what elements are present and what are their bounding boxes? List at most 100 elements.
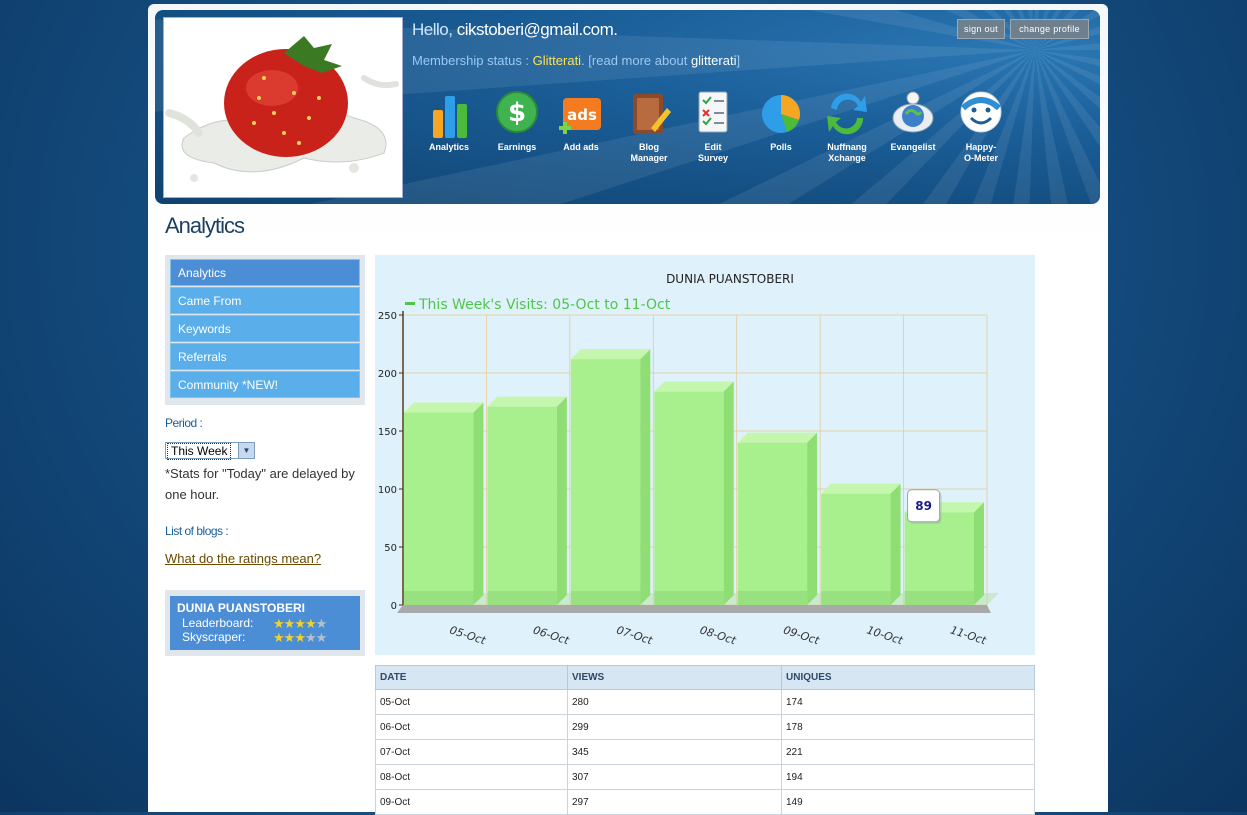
bar-shadow: [737, 591, 808, 605]
bar-shadow: [654, 591, 724, 605]
greeting-label: Hello,: [412, 20, 453, 39]
bar-shadow: [404, 591, 474, 605]
table-row: 06-Oct 299 178: [375, 714, 1035, 740]
toolbar-nuffnang-xchange[interactable]: Nuffnang Xchange: [815, 88, 879, 164]
cell-uniques: 221: [781, 739, 1035, 765]
greeting: Hello, cikstoberi@gmail.com.: [412, 20, 618, 40]
bar-shadow: [904, 591, 974, 605]
add-ads-icon: ads: [559, 98, 601, 134]
column-header-date[interactable]: DATE: [375, 665, 568, 690]
visits-chart-svg: DUNIA PUANSTOBERI This Week's Visits: 05…: [378, 272, 999, 647]
svg-text:$: $: [508, 98, 526, 128]
toolbar-happy-o-meter[interactable]: Happy- O-Meter: [949, 88, 1013, 164]
cell-date: 09-Oct: [375, 789, 568, 815]
bar: [737, 442, 808, 605]
star-empty-icon: ★: [304, 630, 317, 645]
bar-top: [821, 483, 901, 494]
y-tick-label: 150: [378, 427, 397, 438]
bar-side: [807, 432, 818, 605]
toolbar-label: O-Meter: [963, 153, 998, 163]
toolbar-earnings[interactable]: $ Earnings: [485, 88, 549, 153]
toolbar-polls[interactable]: Polls: [749, 88, 813, 153]
chart-tooltip: 89: [907, 489, 942, 524]
chart-legend: This Week's Visits: 05-Oct to 11-Oct: [418, 297, 671, 313]
toolbar-edit-survey[interactable]: Edit Survey: [681, 88, 745, 164]
x-tick-label: 06-Oct: [531, 623, 571, 647]
column-header-views[interactable]: VIEWS: [567, 665, 782, 690]
toolbar-label: Survey: [697, 153, 729, 163]
bar-side: [723, 381, 734, 605]
sidebar-item-community[interactable]: Community *NEW!: [170, 371, 360, 398]
visits-chart: DUNIA PUANSTOBERI This Week's Visits: 05…: [375, 255, 1035, 655]
membership-status: Glitterati: [532, 53, 582, 68]
star-filled-icon: ★: [294, 616, 306, 631]
svg-text:ads: ads: [567, 106, 597, 124]
period-select-value: This Week: [167, 443, 232, 460]
skyscraper-stars: ★★★★★: [273, 630, 327, 645]
toolbar-label: Nuffnang: [827, 142, 867, 152]
membership-label: Membership status :: [412, 53, 530, 68]
blog-rating-inner[interactable]: DUNIA PUANSTOBERI Leaderboard: ★★★★★ Sky…: [170, 596, 360, 650]
toolbar-blog-manager[interactable]: Blog Manager: [617, 88, 681, 164]
cell-date: 07-Oct: [375, 739, 568, 765]
leaderboard-label: Leaderboard:: [182, 616, 254, 630]
period-select[interactable]: This Week ▼: [165, 442, 255, 460]
cell-date: 06-Oct: [375, 714, 568, 740]
y-tick-label: 0: [391, 601, 397, 612]
bar: [404, 412, 474, 605]
toolbar-label: Blog: [639, 142, 659, 152]
table-row: 09-Oct 297 149: [375, 789, 1035, 815]
analytics-icon: [433, 96, 467, 138]
period-label: Period :: [165, 416, 203, 430]
cell-views: 345: [567, 739, 782, 765]
polls-icon: [762, 95, 800, 133]
bar-shadow: [487, 591, 557, 605]
sidebar-item-analytics[interactable]: Analytics: [170, 259, 360, 286]
toolbar-evangelist[interactable]: Evangelist: [881, 88, 945, 153]
x-tick-label: 11-Oct: [949, 623, 989, 647]
cell-views: 297: [567, 789, 782, 815]
read-more-prefix: . [read more about: [581, 53, 688, 68]
bar-shadow: [821, 591, 891, 605]
x-tick-label: 10-Oct: [865, 623, 905, 647]
star-empty-icon: ★: [315, 616, 328, 631]
page-title: Analytics: [165, 213, 245, 238]
user-email: cikstoberi@gmail.com.: [456, 20, 618, 39]
star-filled-icon: ★: [294, 630, 306, 645]
cell-uniques: 178: [781, 714, 1035, 740]
sidebar-item-referrals[interactable]: Referrals: [170, 343, 360, 370]
chart-title: DUNIA PUANSTOBERI: [666, 272, 794, 286]
table-header-row: DATE VIEWS UNIQUES: [375, 665, 1035, 690]
sidebar-item-keywords[interactable]: Keywords: [170, 315, 360, 342]
star-filled-icon: ★: [283, 630, 296, 645]
membership-line: Membership status : Glitterati. [read mo…: [412, 53, 740, 68]
bar-side: [974, 502, 984, 605]
toolbar: Analytics $ Earnings ads Add ads Blog Ma…: [417, 88, 1057, 168]
chevron-down-icon: ▼: [238, 443, 254, 458]
nuffnang-xchange-icon: [827, 93, 867, 135]
toolbar-label: Evangelist: [890, 142, 936, 152]
y-tick-label: 100: [378, 485, 397, 496]
y-tick-label: 250: [378, 311, 397, 322]
column-header-uniques[interactable]: UNIQUES: [781, 665, 1035, 690]
list-of-blogs-label: List of blogs :: [165, 524, 229, 538]
toolbar-add-ads[interactable]: ads Add ads: [549, 88, 613, 153]
ratings-help-link[interactable]: What do the ratings mean?: [165, 551, 321, 566]
sidebar-item-came-from[interactable]: Came From: [170, 287, 360, 314]
sign-out-button[interactable]: sign out: [957, 19, 1005, 39]
star-filled-icon: ★: [273, 630, 285, 645]
toolbar-label: Add ads: [563, 142, 599, 152]
cell-uniques: 174: [781, 689, 1035, 715]
chart-x-labels: 05-Oct 06-Oct 07-Oct 08-Oct 09-Oct 10-Oct 11-O…: [448, 623, 988, 647]
chart-bars: [404, 349, 984, 605]
y-tick-label: 200: [378, 369, 397, 380]
cell-views: 299: [567, 714, 782, 740]
avatar: [163, 17, 403, 198]
toolbar-analytics[interactable]: Analytics: [417, 88, 481, 153]
bar-side: [556, 396, 567, 605]
bar-top: [487, 396, 567, 407]
cell-views: 280: [567, 689, 782, 715]
read-more-link[interactable]: glitterati: [691, 53, 737, 68]
change-profile-button[interactable]: change profile: [1010, 19, 1089, 39]
y-tick-label: 50: [384, 543, 397, 554]
